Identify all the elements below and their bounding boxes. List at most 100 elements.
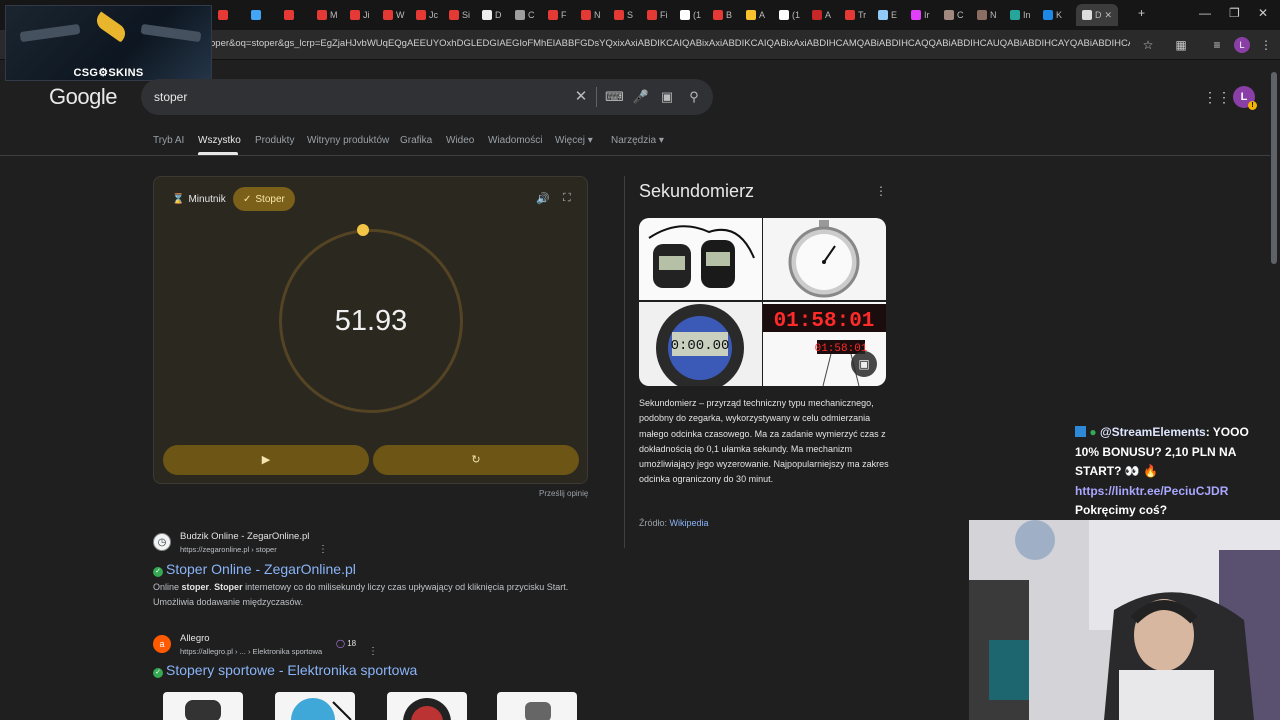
tab-favicon-icon	[284, 10, 294, 20]
tab-products[interactable]: Produkty	[255, 135, 294, 146]
camera-search-icon[interactable]: ▣	[658, 88, 676, 106]
maximize-icon[interactable]: ❐	[1229, 6, 1240, 20]
sound-icon[interactable]: 🔊	[536, 192, 550, 205]
reset-icon: ↻	[471, 454, 481, 466]
browser-tab[interactable]: D ✕	[1076, 4, 1119, 26]
media-controls-icon[interactable]: ≡	[1209, 37, 1225, 53]
kp-image-2[interactable]	[763, 218, 886, 300]
browser-tab[interactable]: K	[1043, 6, 1062, 24]
browser-tab[interactable]: Tr	[845, 6, 866, 24]
browser-tab[interactable]: F	[548, 6, 567, 24]
browser-tab[interactable]: Si	[449, 6, 470, 24]
kp-image-1[interactable]	[639, 218, 762, 300]
product-thumbnail[interactable]	[497, 692, 577, 720]
page-scrollbar[interactable]	[1271, 72, 1277, 264]
zegaronline-favicon: ◷	[153, 533, 171, 551]
tab-images[interactable]: Grafika	[400, 135, 432, 146]
close-tab-icon[interactable]: ✕	[1105, 10, 1113, 21]
verified-check-icon: ✓	[153, 567, 163, 577]
product-thumbnail[interactable]	[387, 692, 467, 720]
profile-avatar[interactable]: L	[1234, 37, 1250, 53]
browser-tab[interactable]: D	[482, 6, 502, 24]
result-url[interactable]: https://allegro.pl › ... › Elektronika s…	[180, 647, 322, 656]
product-thumbnail[interactable]	[163, 692, 243, 720]
browser-menu-icon[interactable]: ⋮	[1258, 37, 1274, 53]
more-options-icon[interactable]: ⋮	[875, 184, 887, 198]
google-logo[interactable]: Google	[49, 84, 117, 110]
kp-image-4[interactable]: 01:58:01 01:58:01 ▣	[763, 302, 886, 386]
tab-news[interactable]: Wiadomości	[488, 135, 542, 146]
tab-tools[interactable]: Narzędzia ▾	[611, 135, 664, 146]
result-title-text: Stoper Online - ZegarOnline.pl	[166, 561, 356, 577]
tab-label: N	[594, 10, 601, 20]
search-icon[interactable]: ⚲	[685, 88, 703, 106]
url-field[interactable]: oper&oq=stoper&gs_lcrp=EgZjaHJvbWUqEQgAE…	[210, 38, 1130, 49]
browser-tab[interactable]: In	[1010, 6, 1031, 24]
tab-label: A	[825, 10, 832, 20]
search-box[interactable]: stoper ✕ ⌨ 🎤 ▣ ⚲	[141, 79, 713, 115]
browser-tab[interactable]: (1	[680, 6, 701, 24]
tab-all[interactable]: Wszystko	[198, 135, 241, 146]
chat-link[interactable]: https://linktr.ee/PeciuCJDR	[1075, 484, 1228, 498]
browser-tab[interactable]: W	[383, 6, 405, 24]
clear-search-icon[interactable]: ✕	[572, 88, 590, 106]
start-button[interactable]: ▶	[163, 445, 369, 475]
more-images-icon[interactable]: ▣	[851, 351, 877, 377]
result-menu-icon[interactable]: ⋮	[368, 646, 378, 657]
column-divider	[624, 176, 625, 548]
tab-videos[interactable]: Wideo	[446, 135, 474, 146]
tab-product-sites[interactable]: Witryny produktów	[307, 135, 389, 146]
result-url[interactable]: https://zegaronline.pl › stoper	[180, 545, 277, 554]
extensions-icon[interactable]: ▦	[1173, 37, 1189, 53]
fullscreen-icon[interactable]: ⛶	[563, 192, 571, 205]
kp-image-3[interactable]: 0:00.00	[639, 302, 762, 386]
minimize-icon[interactable]: —	[1199, 6, 1211, 20]
browser-tab[interactable]: A	[746, 6, 765, 24]
result-site-name[interactable]: Budzik Online - ZegarOnline.pl	[180, 531, 309, 542]
browser-tab[interactable]	[218, 6, 231, 24]
send-feedback-link[interactable]: Prześlij opinię	[539, 489, 588, 498]
tab-label: Tr	[858, 10, 867, 20]
keyboard-icon[interactable]: ⌨	[605, 88, 624, 106]
bookmark-star-icon[interactable]: ☆	[1140, 37, 1156, 53]
browser-tab[interactable]: Ir	[911, 6, 930, 24]
browser-tab[interactable]: N	[977, 6, 997, 24]
stopwatch-mode-chip[interactable]: ✓ Stoper	[233, 187, 295, 211]
browser-tab[interactable]: C	[515, 6, 535, 24]
tab-favicon-icon	[251, 10, 261, 20]
tab-label: D	[495, 10, 502, 20]
google-account-avatar[interactable]: L!	[1233, 86, 1257, 110]
browser-tab[interactable]: N	[581, 6, 601, 24]
browser-tab[interactable]: S	[614, 6, 633, 24]
close-window-icon[interactable]: ✕	[1258, 6, 1268, 20]
browser-tab[interactable]: B	[713, 6, 732, 24]
tab-label: In	[1023, 10, 1031, 20]
product-thumbnail[interactable]	[275, 692, 355, 720]
chevron-down-icon: ▾	[587, 135, 593, 146]
tab-ai-mode[interactable]: Tryb AI	[153, 135, 184, 146]
new-tab-button[interactable]: +	[1138, 6, 1145, 20]
browser-tab[interactable]: E	[878, 6, 897, 24]
browser-tab[interactable]: Ji	[350, 6, 370, 24]
wikipedia-link[interactable]: Wikipedia	[670, 518, 709, 528]
tab-tools-label: Narzędzia	[611, 135, 657, 146]
result-title-link[interactable]: ✓ Stopery sportowe - Elektronika sportowa	[153, 662, 417, 678]
result-title-link[interactable]: ✓ Stoper Online - ZegarOnline.pl	[153, 561, 356, 577]
browser-tab[interactable]	[284, 6, 297, 24]
microphone-icon[interactable]: 🎤	[632, 88, 650, 106]
browser-tab[interactable]: C	[944, 6, 964, 24]
browser-tab[interactable]: Fi	[647, 6, 668, 24]
result-site-name[interactable]: Allegro	[180, 633, 210, 644]
browser-tab[interactable]: Jc	[416, 6, 438, 24]
browser-tab[interactable]: (1	[779, 6, 800, 24]
browser-tab[interactable]: M	[317, 6, 338, 24]
tab-favicon-icon	[449, 10, 459, 20]
tab-more[interactable]: Więcej ▾	[555, 135, 593, 146]
tab-favicon-icon	[878, 10, 888, 20]
search-input[interactable]: stoper	[154, 90, 187, 104]
timer-mode-chip[interactable]: ⌛ Minutnik	[162, 187, 236, 211]
browser-tab[interactable]: A	[812, 6, 831, 24]
reset-button[interactable]: ↻	[373, 445, 579, 475]
browser-tab[interactable]	[251, 6, 264, 24]
result-menu-icon[interactable]: ⋮	[318, 544, 328, 555]
